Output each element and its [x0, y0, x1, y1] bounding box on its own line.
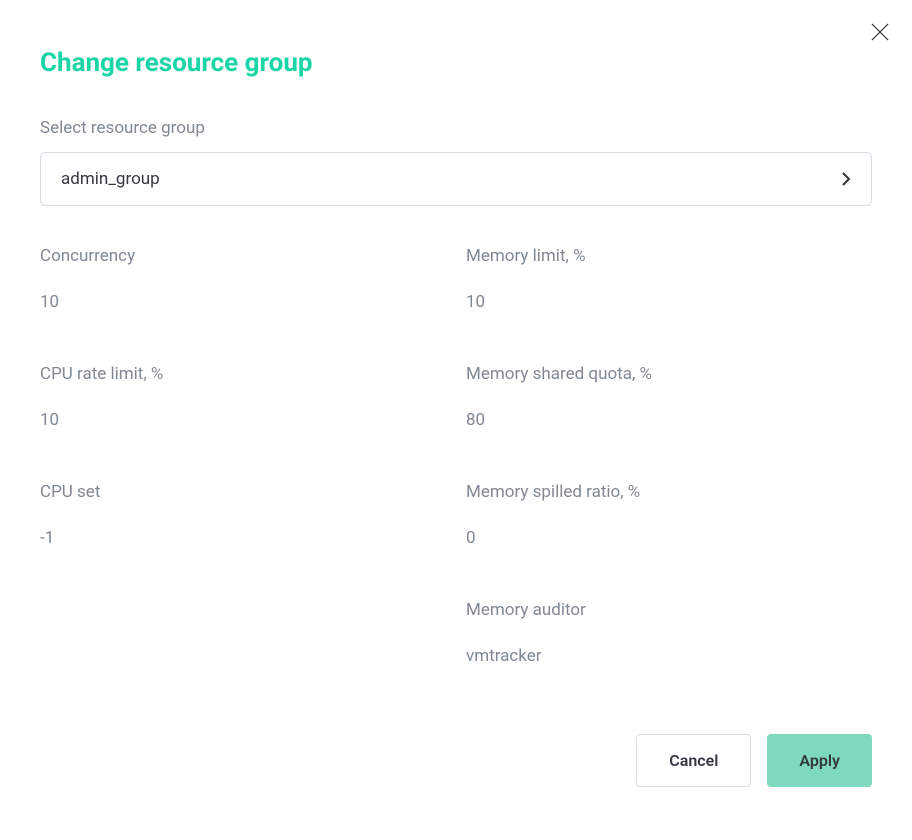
- field-memory-limit: Memory limit, % 10: [466, 246, 872, 312]
- change-resource-group-dialog: Change resource group Select resource gr…: [0, 0, 912, 815]
- field-value: vmtracker: [466, 646, 872, 666]
- fields-grid: Concurrency 10 Memory limit, % 10 CPU ra…: [40, 246, 872, 718]
- field-value: 10: [40, 410, 446, 430]
- field-label: Memory auditor: [466, 600, 872, 620]
- field-label: Memory spilled ratio, %: [466, 482, 872, 502]
- field-label: CPU set: [40, 482, 446, 502]
- resource-group-select[interactable]: admin_group: [40, 152, 872, 206]
- field-memory-auditor: Memory auditor vmtracker: [466, 600, 872, 666]
- field-value: 10: [466, 292, 872, 312]
- field-label: Concurrency: [40, 246, 446, 266]
- field-value: 0: [466, 528, 872, 548]
- cancel-button[interactable]: Cancel: [636, 734, 751, 787]
- field-label: Memory limit, %: [466, 246, 872, 266]
- field-label: Memory shared quota, %: [466, 364, 872, 384]
- close-button[interactable]: [868, 20, 892, 44]
- field-concurrency: Concurrency 10: [40, 246, 446, 312]
- select-label: Select resource group: [40, 118, 872, 138]
- dialog-footer: Cancel Apply: [40, 734, 872, 787]
- field-cpu-set: CPU set -1: [40, 482, 446, 548]
- dialog-title: Change resource group: [40, 48, 872, 78]
- field-memory-spilled-ratio: Memory spilled ratio, % 0: [466, 482, 872, 548]
- field-value: -1: [40, 528, 446, 548]
- field-label: CPU rate limit, %: [40, 364, 446, 384]
- chevron-right-icon: [841, 171, 851, 187]
- field-memory-shared-quota: Memory shared quota, % 80: [466, 364, 872, 430]
- field-cpu-rate-limit: CPU rate limit, % 10: [40, 364, 446, 430]
- field-value: 10: [40, 292, 446, 312]
- apply-button[interactable]: Apply: [767, 734, 872, 787]
- close-icon: [871, 23, 889, 41]
- select-value: admin_group: [61, 169, 160, 189]
- field-value: 80: [466, 410, 872, 430]
